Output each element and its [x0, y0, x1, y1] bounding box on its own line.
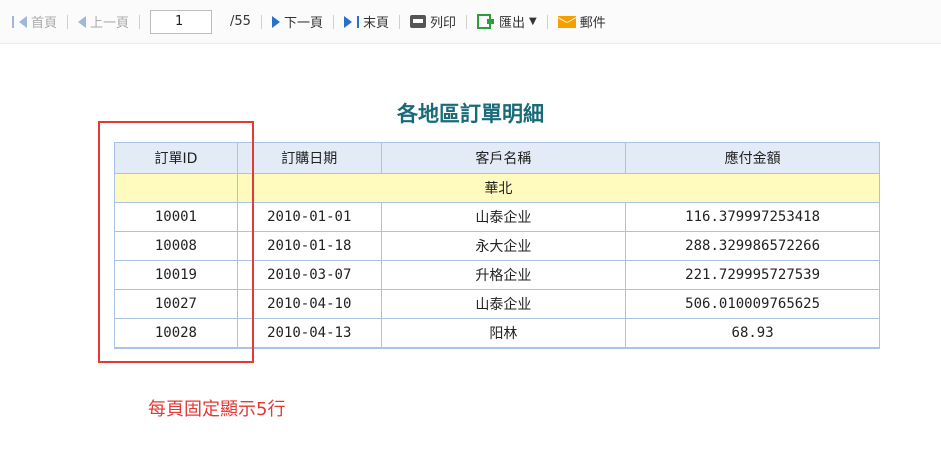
mail-label: 郵件 [579, 16, 606, 31]
toolbar-divider [67, 14, 69, 29]
first-page-button[interactable]: 首頁 [8, 12, 61, 31]
page-total-label: /55 [230, 14, 251, 29]
export-icon [477, 14, 494, 29]
print-button[interactable]: 列印 [406, 12, 460, 31]
toolbar-divider [139, 14, 141, 29]
page-number-input[interactable]: 1 [150, 9, 213, 34]
customer-cell: 永大企业 [380, 231, 627, 261]
prev-page-button[interactable]: 上一頁 [74, 12, 133, 31]
toolbar-divider [398, 14, 400, 29]
customer-cell: 升格企业 [380, 260, 627, 290]
column-header-order-date: 訂購日期 [236, 142, 382, 174]
amount-cell: 221.729995727539 [625, 260, 880, 290]
column-header-customer: 客戶名稱 [380, 142, 627, 174]
first-page-label: 首頁 [31, 16, 58, 31]
printer-icon [409, 15, 426, 28]
last-page-label: 末頁 [362, 16, 389, 31]
next-page-label: 下一頁 [283, 16, 323, 31]
next-page-icon [271, 15, 280, 28]
next-page-button[interactable]: 下一頁 [268, 12, 327, 31]
prev-page-label: 上一頁 [90, 16, 130, 31]
amount-cell: 288.329986572266 [625, 231, 880, 261]
last-page-button[interactable]: 末頁 [340, 12, 393, 31]
amount-cell: 506.010009765625 [625, 289, 880, 319]
toolbar-divider [466, 14, 467, 29]
column-header-amount: 應付金額 [625, 142, 880, 174]
amount-cell: 68.93 [625, 318, 880, 349]
export-button[interactable]: 匯出 ▼ [473, 12, 541, 31]
first-page-icon [12, 15, 14, 28]
customer-cell: 山泰企业 [380, 289, 627, 319]
report-toolbar: 首頁 上一頁 1 /55 下一頁 末頁 列印 匯出 ▼ 郵件 [0, 0, 941, 44]
prev-page-icon [78, 15, 87, 28]
order-date-cell: 2010-01-18 [236, 231, 382, 261]
annotation-highlight-box [98, 121, 254, 363]
group-label: 華北 [236, 173, 881, 203]
toolbar-divider [332, 14, 334, 29]
order-date-cell: 2010-03-07 [236, 260, 382, 290]
export-label: 匯出 [499, 16, 526, 31]
mail-button[interactable]: 郵件 [554, 12, 610, 31]
amount-cell: 116.379997253418 [625, 202, 880, 232]
print-label: 列印 [429, 16, 456, 31]
mail-icon [557, 15, 576, 28]
last-page-icon [343, 15, 352, 28]
page-number-value: 1 [175, 14, 184, 29]
toolbar-divider [546, 14, 548, 29]
toolbar-divider [260, 14, 262, 29]
order-date-cell: 2010-04-13 [236, 318, 382, 349]
page-total: /55 [226, 14, 255, 29]
chevron-down-icon: ▼ [529, 16, 537, 27]
annotation-note: 每頁固定顯示5行 [148, 399, 286, 420]
customer-cell: 山泰企业 [380, 202, 627, 232]
customer-cell: 阳林 [380, 318, 627, 349]
order-date-cell: 2010-01-01 [236, 202, 382, 232]
order-date-cell: 2010-04-10 [236, 289, 382, 319]
